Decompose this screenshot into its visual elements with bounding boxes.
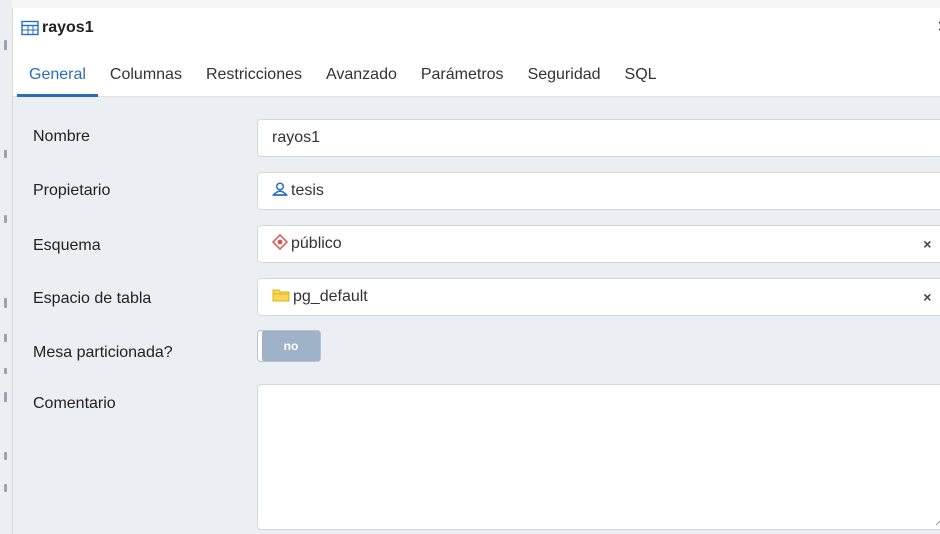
table-properties-dialog: rayos1 ✖ General Columnas Restricciones … xyxy=(12,8,940,534)
folder-icon xyxy=(272,288,290,307)
dialog-titlebar[interactable]: rayos1 ✖ xyxy=(13,8,940,48)
esquema-controls: × ▾ xyxy=(923,226,940,262)
esquema-select[interactable]: público × ▾ xyxy=(257,225,940,263)
tab-avanzado[interactable]: Avanzado xyxy=(314,66,409,96)
user-icon xyxy=(271,181,289,201)
schema-icon xyxy=(271,233,289,255)
dialog-title: rayos1 xyxy=(42,19,94,36)
tab-general[interactable]: General xyxy=(17,66,98,97)
comentario-label: Comentario xyxy=(33,395,116,412)
esquema-label: Esquema xyxy=(33,237,101,254)
tab-sql[interactable]: SQL xyxy=(613,66,669,96)
propietario-select[interactable]: tesis ▾ xyxy=(257,172,940,210)
espacio-label: Espacio de tabla xyxy=(33,290,152,307)
tab-parametros[interactable]: Parámetros xyxy=(409,66,516,96)
tab-bar: General Columnas Restricciones Avanzado … xyxy=(13,48,940,97)
nombre-input[interactable]: rayos1 xyxy=(257,119,940,157)
espacio-select[interactable]: pg_default × ▾ xyxy=(257,278,940,316)
particionada-label: Mesa particionada? xyxy=(33,344,173,361)
nombre-value: rayos1 xyxy=(272,129,321,146)
general-form: Nombre rayos1 Propietario tesis ▾ Esquem… xyxy=(13,97,940,534)
table-icon xyxy=(21,20,39,36)
propietario-value: tesis xyxy=(291,182,324,199)
tab-restricciones[interactable]: Restricciones xyxy=(194,66,314,96)
espacio-controls: × ▾ xyxy=(923,279,940,315)
clear-espacio-icon[interactable]: × xyxy=(923,289,931,305)
propietario-label: Propietario xyxy=(33,182,111,199)
clear-esquema-icon[interactable]: × xyxy=(923,236,931,252)
toggle-state: no xyxy=(262,331,320,361)
comentario-textarea[interactable] xyxy=(257,384,940,530)
tab-seguridad[interactable]: Seguridad xyxy=(516,66,613,96)
tab-columnas[interactable]: Columnas xyxy=(98,66,194,96)
espacio-value: pg_default xyxy=(293,288,368,305)
esquema-value: público xyxy=(291,235,342,252)
resize-handle-icon[interactable] xyxy=(934,515,940,525)
background-app-top xyxy=(12,0,940,8)
nombre-label: Nombre xyxy=(33,128,90,145)
particionada-toggle[interactable]: no xyxy=(257,330,321,362)
